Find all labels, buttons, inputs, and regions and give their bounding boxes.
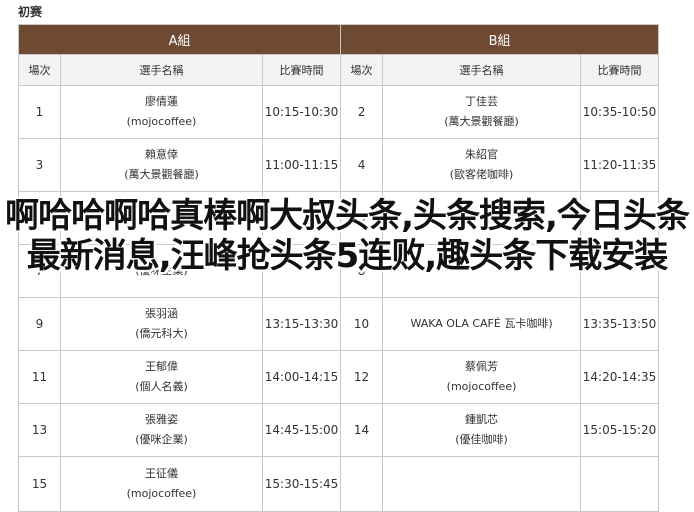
match-number: 7 (18, 244, 61, 298)
table-row: 13 張雅姿 (優咪企業) 14:45-15:00 14 鍾凱芯 (優佳咖啡) 15… (18, 403, 660, 457)
match-time: 11:20-11:35 (580, 138, 660, 192)
player-cell: 王征儀 (mojocoffee) (60, 456, 263, 512)
page-title: 初赛 (18, 5, 43, 19)
match-number: 1 (18, 85, 61, 139)
player-name: 鍾凱芯 (465, 413, 499, 426)
match-time: 15:30-15:45 (261, 456, 342, 512)
match-number: 6 (340, 191, 384, 245)
player-team: WAKA OLA CAFÉ 瓦卡咖啡) (410, 317, 553, 330)
match-number: 8 (340, 244, 384, 298)
match-time (580, 191, 660, 245)
match-time: 10:35-10:50 (580, 85, 660, 139)
table-row: 9 張羽涵 (僑元科大) 13:15-13:30 10 WAKA OLA CAFÉ… (18, 297, 660, 351)
player-name: 朱紹官 (465, 148, 499, 161)
player-team: (mojocoffee) (126, 115, 197, 128)
match-time: 14:20-14:35 (580, 350, 660, 404)
player-cell: 朱紹官 (歐客佬咖啡) (382, 138, 582, 192)
match-time (261, 191, 342, 245)
player-name: 王征儀 (145, 467, 178, 480)
match-time: 13:35-13:50 (580, 297, 660, 351)
player-name: 張羽涵 (145, 307, 178, 320)
player-cell: 張雅姿 (優咪企業) (60, 403, 263, 457)
player-cell: WAKA OLA CAFÉ 瓦卡咖啡) (382, 297, 582, 351)
player-cell: (優咪企業) (60, 244, 263, 298)
table-row: 3 賴意倖 (萬大景觀餐廳) 11:00-11:15 4 朱紹官 (歐客佬咖啡) 1… (18, 138, 660, 192)
player-team: (mojocoffee) (446, 380, 517, 393)
match-number: 11 (18, 350, 61, 404)
match-time (261, 244, 342, 298)
player-team: (優咪企業) (135, 433, 188, 446)
player-cell: 蔡佩芳 (mojocoffee) (382, 350, 582, 404)
match-number: 9 (18, 297, 61, 351)
col-order-a: 場次 (18, 54, 61, 86)
match-number: 12 (340, 350, 384, 404)
player-team: (萬大景觀餐廳) (444, 115, 519, 128)
col-time-a: 比賽時間 (261, 54, 342, 86)
group-b-header: B組 (340, 24, 660, 55)
table-row: 11 王郁偉 (個人名義) 14:00-14:15 12 蔡佩芳 (mojocoff… (18, 350, 660, 404)
player-team: (mojocoffee) (126, 487, 197, 500)
player-team: (優佳咖啡) (455, 433, 508, 446)
player-cell (60, 191, 263, 245)
match-time: 11:00-11:15 (261, 138, 342, 192)
table-row: 15 王征儀 (mojocoffee) 15:30-15:45 (18, 456, 660, 512)
player-name: 廖倩蓮 (145, 95, 178, 108)
player-team: (僑元科大) (135, 327, 188, 340)
player-name: 丁佳芸 (465, 95, 499, 108)
player-name: 張雅姿 (145, 413, 178, 426)
match-time: 15:05-15:20 (580, 403, 660, 457)
match-number: 14 (340, 403, 384, 457)
player-cell: 廖倩蓮 (mojocoffee) (60, 85, 263, 139)
table-row: 5 6 (18, 191, 660, 245)
match-number: 4 (340, 138, 384, 192)
player-name: 賴意倖 (145, 148, 178, 161)
player-name: 王郁偉 (145, 360, 178, 373)
match-number: 3 (18, 138, 61, 192)
col-order-b: 場次 (340, 54, 384, 86)
match-time: 13:15-13:30 (261, 297, 342, 351)
player-team: (個人名義) (135, 380, 188, 393)
player-cell: 賴意倖 (萬大景觀餐廳) (60, 138, 263, 192)
player-name: 蔡佩芳 (465, 360, 499, 373)
player-cell: 張羽涵 (僑元科大) (60, 297, 263, 351)
group-header-row: A組 B組 (17, 24, 660, 55)
player-cell: 鍾凱芯 (優佳咖啡) (382, 403, 582, 457)
table-row: 1 廖倩蓮 (mojocoffee) 10:15-10:30 2 丁佳芸 (萬大景觀… (18, 85, 660, 139)
match-number: 13 (18, 403, 61, 457)
player-team: (歐客佬咖啡) (449, 168, 514, 181)
match-time: 14:00-14:15 (261, 350, 342, 404)
match-number: 2 (340, 85, 384, 139)
player-team: (優咪企業) (135, 264, 188, 277)
col-time-b: 比賽時間 (580, 54, 660, 86)
match-number: 5 (18, 191, 61, 245)
player-cell: 丁佳芸 (萬大景觀餐廳) (382, 85, 582, 139)
match-number: 10 (340, 297, 384, 351)
player-cell: 王郁偉 (個人名義) (60, 350, 263, 404)
match-time: 10:15-10:30 (261, 85, 342, 139)
schedule-table: A組 B組 場次 選手名稱 比賽時間 場次 選手名稱 比賽時間 1 廖倩蓮 (mo… (17, 24, 660, 512)
player-cell (382, 191, 582, 245)
player-cell (382, 244, 582, 298)
group-a-header: A組 (17, 24, 342, 55)
player-team: (萬大景觀餐廳) (124, 168, 199, 181)
column-header-row: 場次 選手名稱 比賽時間 場次 選手名稱 比賽時間 (18, 54, 660, 86)
match-time: 14:45-15:00 (261, 403, 342, 457)
match-time (580, 456, 660, 512)
match-number: 15 (18, 456, 61, 512)
player-cell (382, 456, 582, 512)
table-row: 7 (優咪企業) 8 (18, 244, 660, 298)
match-time (580, 244, 660, 298)
col-player-a: 選手名稱 (60, 54, 263, 86)
match-number (340, 456, 384, 512)
col-player-b: 選手名稱 (382, 54, 582, 86)
